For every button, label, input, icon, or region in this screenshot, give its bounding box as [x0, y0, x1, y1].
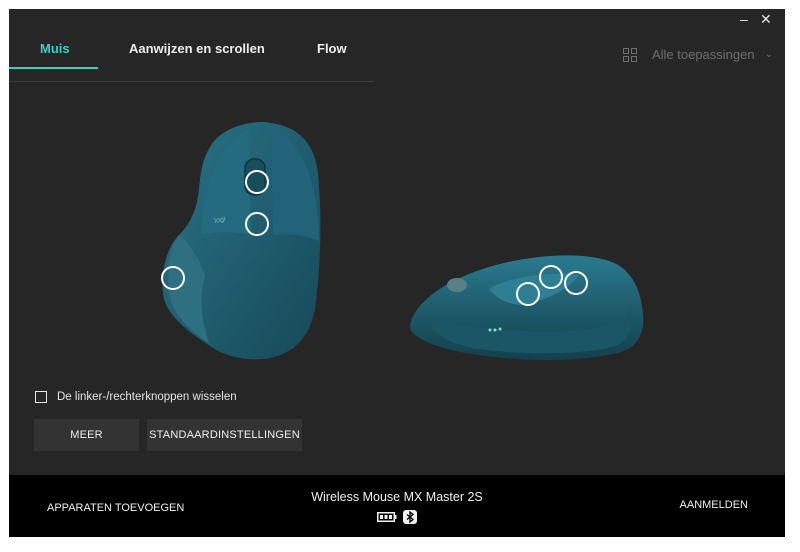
device-name: Wireless Mouse MX Master 2S	[311, 490, 483, 504]
mouse-top-view: logi	[161, 122, 321, 360]
app-selector[interactable]: Alle toepassingen ⌄	[622, 47, 773, 62]
bluetooth-icon	[403, 510, 417, 524]
tab-muis[interactable]: Muis	[40, 41, 70, 56]
mouse-illustration: logi	[161, 122, 644, 361]
mouse-side-view	[410, 255, 644, 361]
swap-buttons-checkbox[interactable]	[35, 391, 47, 403]
minimize-button[interactable]: –	[740, 11, 748, 27]
login-button[interactable]: AANMELDEN	[680, 499, 748, 511]
footer-bar: APPARATEN TOEVOEGEN Wireless Mouse MX Ma…	[9, 475, 785, 537]
more-button[interactable]: MEER	[34, 419, 139, 451]
app-window: – ✕ Muis Aanwijzen en scrollen Flow Alle…	[9, 9, 785, 537]
swap-buttons-option[interactable]: De linker-/rechterknoppen wisselen	[35, 391, 237, 403]
tab-flow[interactable]: Flow	[317, 41, 347, 56]
device-status	[377, 510, 417, 524]
app-selector-label: Alle toepassingen	[651, 47, 755, 62]
swap-buttons-label: De linker-/rechterknoppen wisselen	[57, 391, 237, 403]
battery-icon	[377, 512, 397, 522]
defaults-button[interactable]: STANDAARDINSTELLINGEN	[147, 419, 302, 451]
close-button[interactable]: ✕	[760, 11, 772, 28]
grid-icon	[622, 47, 637, 62]
chevron-down-icon: ⌄	[764, 49, 773, 60]
tab-aanwijzen-en-scrollen[interactable]: Aanwijzen en scrollen	[129, 41, 265, 56]
